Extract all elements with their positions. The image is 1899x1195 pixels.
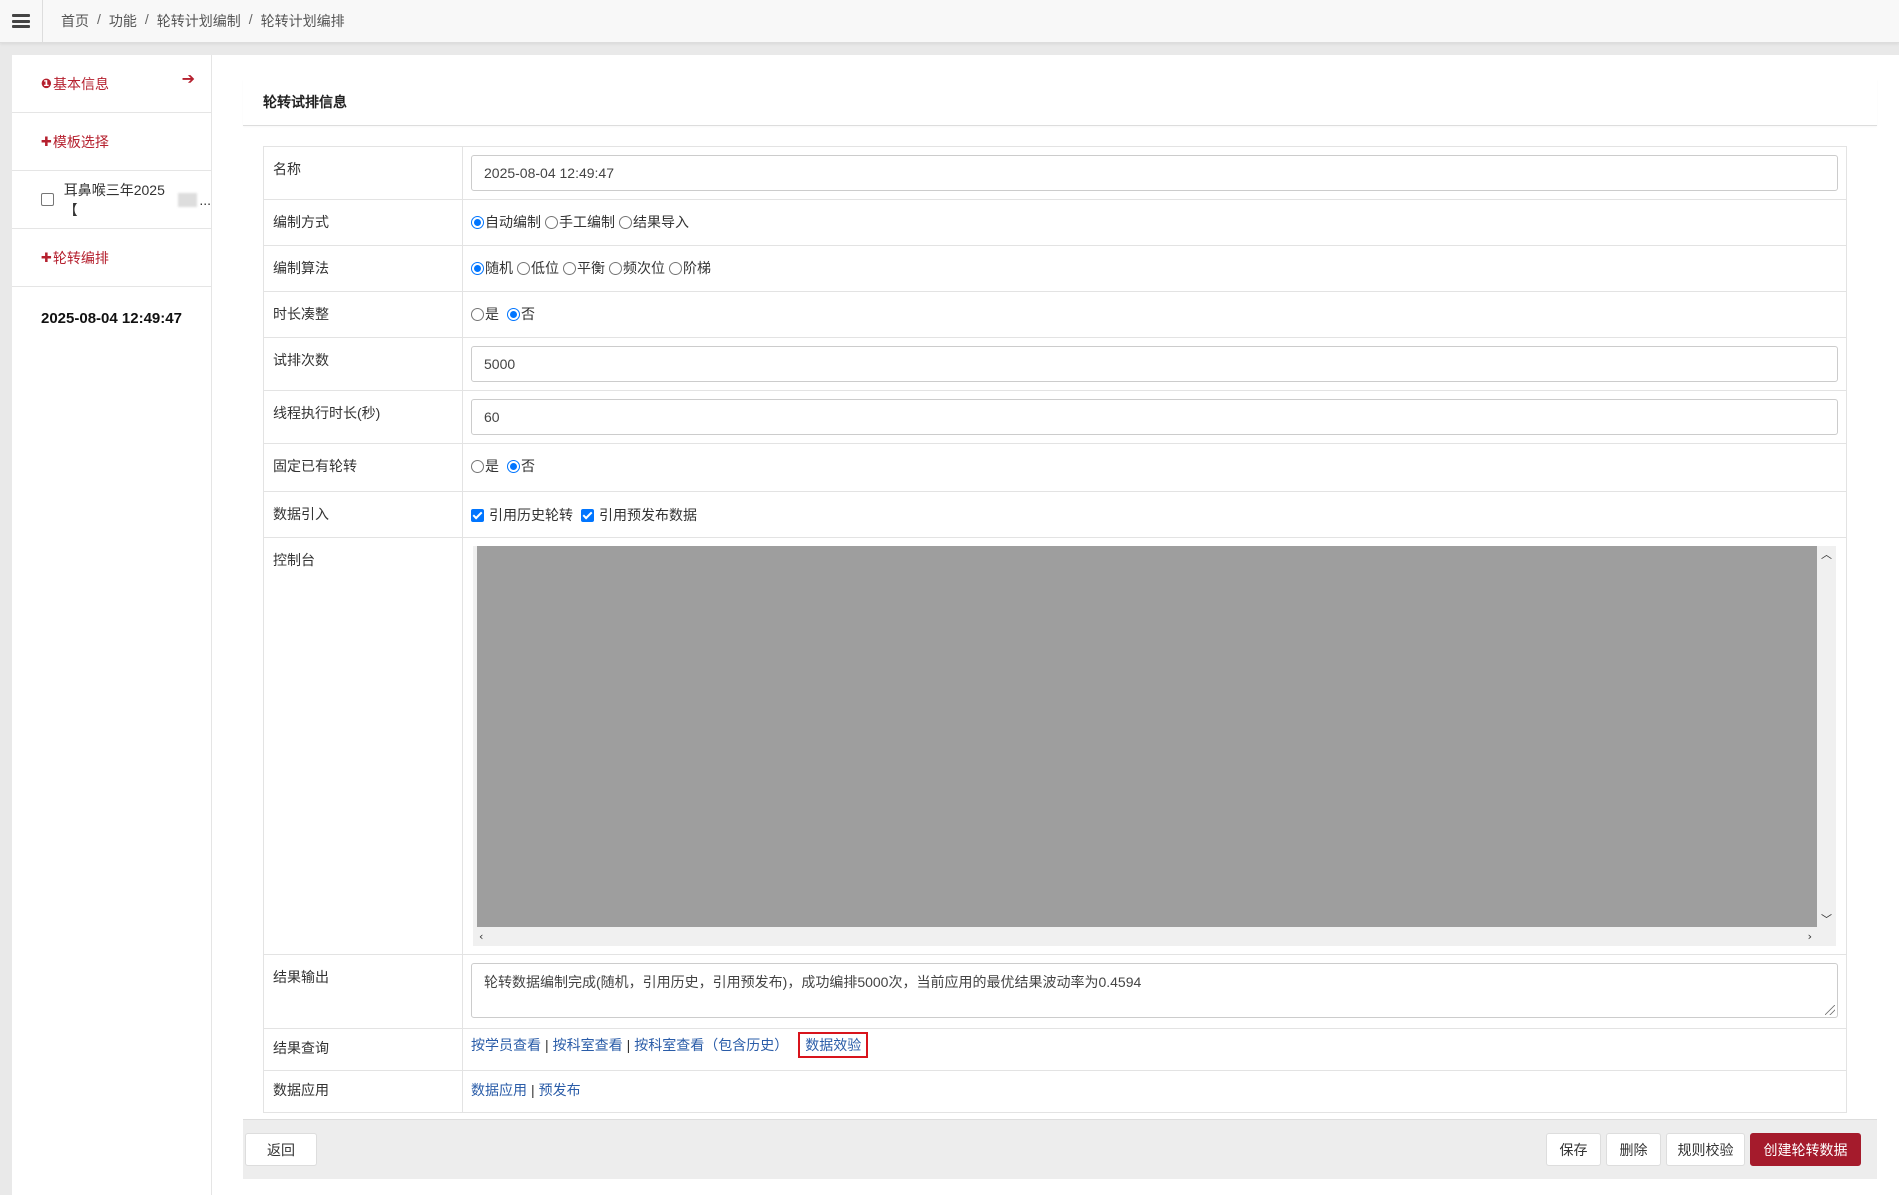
form-row-import: 数据引入 引用历史轮转 引用预发布数据: [263, 491, 1847, 538]
panel-title: 轮转试排信息: [243, 79, 1877, 126]
breadcrumb-current: 轮转计划编排: [260, 13, 345, 29]
checkbox-history[interactable]: 引用历史轮转: [471, 505, 573, 525]
menu-toggle-button[interactable]: [0, 0, 43, 43]
left-sidebar: ❶ 基本信息 ➔ ✚ 模板选择 耳鼻喉三年2025【 ... ✚ 轮转编排 20…: [12, 55, 212, 1195]
info-circle-icon: ❶: [41, 75, 53, 91]
name-input[interactable]: 2025-08-04 12:49:47: [471, 155, 1838, 191]
trial-form-table: 名称 2025-08-04 12:49:47 编制方式 自动编制 手工编制 结果…: [263, 146, 1847, 1113]
chevron-left-icon[interactable]: ‹: [479, 930, 483, 943]
form-row-name: 名称 2025-08-04 12:49:47: [263, 146, 1847, 200]
sidebar-item-date[interactable]: 2025-08-04 12:49:47: [12, 287, 211, 349]
trials-input[interactable]: 5000: [471, 346, 1838, 382]
save-button[interactable]: 保存: [1546, 1133, 1601, 1166]
breadcrumb-func[interactable]: 功能: [109, 11, 137, 31]
radio-low[interactable]: 低位: [517, 258, 559, 278]
chevron-up-icon[interactable]: ︿: [1821, 546, 1832, 562]
radio-yes[interactable]: 是: [471, 456, 499, 476]
radio-yes[interactable]: 是: [471, 304, 499, 324]
form-row-query: 结果查询 按学员查看 | 按科室查看 | 按科室查看（包含历史） 数据效验: [263, 1028, 1847, 1071]
radio-frequency[interactable]: 频次位: [609, 258, 665, 278]
chevron-right-icon[interactable]: ›: [1808, 930, 1812, 943]
radio-no[interactable]: 否: [507, 456, 535, 476]
plus-icon: ✚: [41, 133, 52, 149]
field-label: 固定已有轮转: [263, 443, 463, 492]
form-row-method: 编制方式 自动编制 手工编制 结果导入: [263, 199, 1847, 246]
field-label: 控制台: [263, 537, 463, 955]
redacted-text: [177, 192, 198, 207]
link-by-dept[interactable]: 按科室查看: [553, 1037, 623, 1053]
field-label: 试排次数: [263, 337, 463, 391]
link-apply[interactable]: 数据应用: [471, 1082, 527, 1098]
back-button[interactable]: 返回: [245, 1133, 317, 1166]
field-label: 名称: [263, 146, 463, 200]
breadcrumb-home[interactable]: 首页: [61, 11, 89, 31]
sidebar-item-label: 轮转编排: [52, 249, 109, 266]
field-label: 编制方式: [263, 199, 463, 246]
breadcrumb: 首页 / 功能 / 轮转计划编制 / 轮转计划编排: [61, 11, 345, 31]
link-prepublish[interactable]: 预发布: [539, 1082, 581, 1098]
form-row-apply: 数据应用 数据应用 | 预发布: [263, 1070, 1847, 1113]
field-label: 结果输出: [263, 954, 463, 1029]
rule-check-button[interactable]: 规则校验: [1666, 1133, 1745, 1166]
sidebar-item-rotation[interactable]: ✚ 轮转编排: [12, 229, 211, 287]
sidebar-item-label: 模板选择: [52, 133, 109, 150]
resize-handle-icon[interactable]: [1825, 1005, 1835, 1015]
sidebar-item-label: 耳鼻喉三年2025【: [63, 181, 165, 218]
radio-import[interactable]: 结果导入: [619, 212, 689, 232]
form-row-console: 控制台 ︿ ﹀ ‹ ›: [263, 537, 1847, 955]
arrow-right-icon: ➔: [181, 71, 195, 88]
dept-checkbox[interactable]: [41, 193, 54, 206]
form-row-algorithm: 编制算法 随机 低位 平衡 频次位 阶梯: [263, 245, 1847, 292]
console-output[interactable]: ︿ ﹀ ‹ ›: [473, 546, 1836, 946]
radio-auto[interactable]: 自动编制: [471, 212, 541, 232]
top-bar: 首页 / 功能 / 轮转计划编制 / 轮转计划编排: [0, 0, 1899, 43]
checkbox-prepublish[interactable]: 引用预发布数据: [581, 505, 697, 525]
radio-no[interactable]: 否: [507, 304, 535, 324]
thread-time-input[interactable]: 60: [471, 399, 1838, 435]
radio-random[interactable]: 随机: [471, 258, 513, 278]
result-text: 轮转数据编制完成(随机，引用历史，引用预发布)，成功编排5000次，当前应用的最…: [484, 974, 1142, 990]
panel-footer: 返回 保存 删除 规则校验 创建轮转数据: [243, 1119, 1877, 1179]
sidebar-item-template[interactable]: ✚ 模板选择: [12, 113, 211, 171]
field-label: 数据引入: [263, 491, 463, 538]
sidebar-item-label: 2025-08-04 12:49:47: [41, 309, 182, 327]
vertical-scrollbar[interactable]: ︿ ﹀: [1818, 546, 1834, 927]
field-label: 线程执行时长(秒): [263, 390, 463, 444]
delete-button[interactable]: 删除: [1606, 1133, 1661, 1166]
plus-icon: ✚: [41, 249, 52, 265]
hamburger-icon: [12, 14, 30, 28]
form-row-duration: 时长凑整 是 否: [263, 291, 1847, 338]
console-area: [477, 546, 1817, 927]
form-row-fix: 固定已有轮转 是 否: [263, 443, 1847, 492]
form-row-trials: 试排次数 5000: [263, 337, 1847, 391]
radio-manual[interactable]: 手工编制: [545, 212, 615, 232]
field-label: 结果查询: [263, 1028, 463, 1071]
radio-balance[interactable]: 平衡: [563, 258, 605, 278]
sidebar-item-label: 基本信息: [53, 75, 110, 92]
link-by-student[interactable]: 按学员查看: [471, 1037, 541, 1053]
radio-ladder[interactable]: 阶梯: [669, 258, 711, 278]
sidebar-item-basic-info[interactable]: ❶ 基本信息 ➔: [12, 55, 211, 113]
breadcrumb-plan[interactable]: 轮转计划编制: [157, 11, 241, 31]
ellipsis: ...: [199, 191, 211, 208]
horizontal-scrollbar[interactable]: ‹ ›: [477, 929, 1834, 946]
form-row-output: 结果输出 轮转数据编制完成(随机，引用历史，引用预发布)，成功编排5000次，当…: [263, 954, 1847, 1029]
trial-info-panel: 轮转试排信息 名称 2025-08-04 12:49:47 编制方式 自动编制 …: [243, 79, 1877, 1179]
link-by-dept-history[interactable]: 按科室查看（包含历史）: [634, 1037, 788, 1053]
field-label: 数据应用: [263, 1070, 463, 1113]
link-data-validate[interactable]: 数据效验: [798, 1032, 869, 1058]
page-container: ❶ 基本信息 ➔ ✚ 模板选择 耳鼻喉三年2025【 ... ✚ 轮转编排 20…: [12, 55, 1899, 1195]
chevron-down-icon[interactable]: ﹀: [1821, 911, 1832, 927]
result-output-textarea[interactable]: 轮转数据编制完成(随机，引用历史，引用预发布)，成功编排5000次，当前应用的最…: [471, 963, 1838, 1018]
sidebar-item-dept[interactable]: 耳鼻喉三年2025【 ...: [12, 171, 211, 229]
form-row-thread: 线程执行时长(秒) 60: [263, 390, 1847, 444]
field-label: 编制算法: [263, 245, 463, 292]
create-rotation-button[interactable]: 创建轮转数据: [1750, 1133, 1861, 1166]
field-label: 时长凑整: [263, 291, 463, 338]
